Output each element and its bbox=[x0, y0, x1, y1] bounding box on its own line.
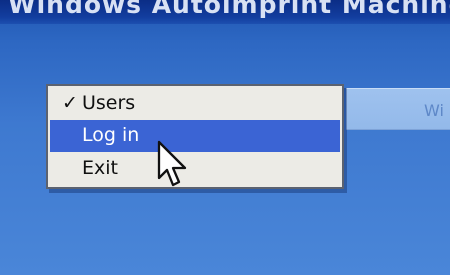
menu-item-log-in[interactable]: Log in bbox=[50, 120, 340, 152]
menu-item-users[interactable]: ✓ Users bbox=[50, 88, 340, 120]
background-panel-label: Wi bbox=[424, 101, 444, 120]
menu-item-exit[interactable]: Exit bbox=[50, 153, 340, 185]
context-menu: ✓ Users Log in Exit bbox=[46, 84, 344, 189]
window-title-bar: Windows Autoimprint Machine C bbox=[0, 0, 450, 24]
menu-item-users-label: Users bbox=[82, 92, 136, 114]
screen: Windows Autoimprint Machine C Wi ✓ Users… bbox=[0, 0, 450, 275]
background-panel: Wi bbox=[346, 88, 450, 130]
menu-item-exit-label: Exit bbox=[82, 157, 118, 179]
check-icon: ✓ bbox=[62, 92, 78, 114]
menu-item-log-in-label: Log in bbox=[82, 124, 140, 146]
window-title: Windows Autoimprint Machine C bbox=[8, 0, 450, 19]
mouse-pointer-icon bbox=[157, 140, 187, 187]
